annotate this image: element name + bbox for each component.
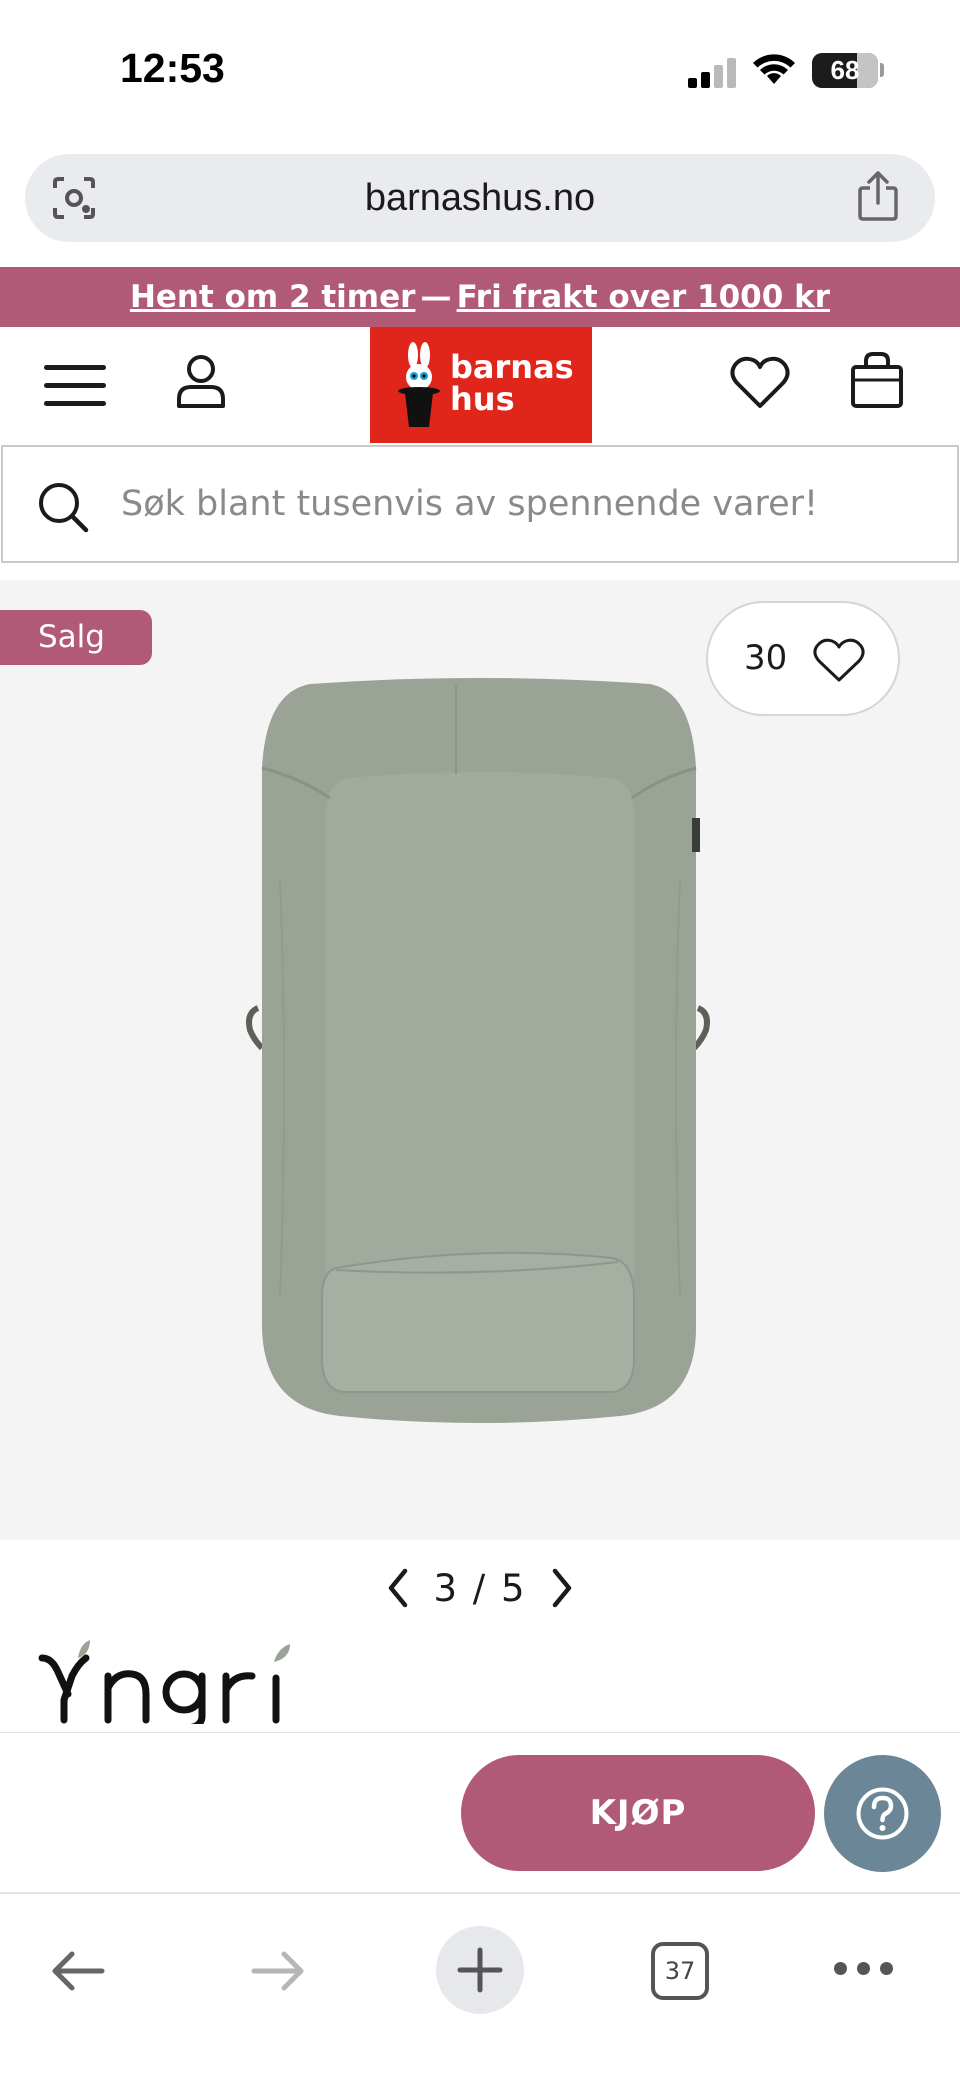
battery-cap: [880, 63, 884, 77]
chevron-left-icon[interactable]: [379, 1563, 419, 1613]
product-image-baby-nest[interactable]: [240, 678, 720, 1438]
tab-switcher-button[interactable]: 37: [651, 1942, 709, 2000]
pager-separator: /: [472, 1566, 488, 1610]
free-shipping-link[interactable]: Fri frakt over 1000 kr: [457, 279, 830, 315]
logo-text: barnas hus: [450, 351, 574, 415]
favorite-count: 30: [744, 638, 788, 678]
promo-separator: —: [420, 279, 452, 315]
favorite-button[interactable]: 30: [706, 601, 900, 716]
barnashus-logo[interactable]: barnas hus: [370, 327, 592, 443]
new-tab-button[interactable]: [436, 1926, 524, 2014]
buy-button[interactable]: KJØP: [461, 1755, 815, 1871]
logo-line-1: barnas: [450, 348, 574, 386]
pickup-link[interactable]: Hent om 2 timer: [130, 279, 415, 315]
wifi-icon: [753, 54, 795, 84]
share-icon[interactable]: [857, 170, 899, 222]
sale-badge: Salg: [0, 610, 152, 665]
gallery-pager: 3 / 5: [0, 1555, 960, 1621]
logo-line-2: hus: [450, 380, 515, 418]
address-bar[interactable]: barnashus.no: [25, 154, 935, 242]
battery-icon: 68: [812, 53, 878, 88]
favorite-heart-icon: [813, 638, 865, 682]
help-button[interactable]: [824, 1755, 941, 1872]
shopping-bag-icon[interactable]: [850, 351, 904, 409]
account-icon[interactable]: [174, 353, 228, 409]
hamburger-menu-icon[interactable]: [44, 361, 108, 411]
site-header: barnas hus: [0, 327, 960, 443]
pager-total: 5: [501, 1566, 527, 1610]
help-question-icon: [856, 1787, 909, 1840]
forward-arrow-icon[interactable]: [248, 1946, 308, 1996]
more-options-icon[interactable]: [834, 1962, 894, 1978]
plus-icon: [457, 1947, 503, 1993]
search-bar: [1, 445, 959, 563]
chevron-right-icon[interactable]: [541, 1563, 581, 1613]
battery-level: 68: [830, 55, 860, 85]
status-time: 12:53: [120, 45, 225, 91]
wishlist-heart-icon[interactable]: [730, 354, 790, 410]
pager-counter: 3 / 5: [433, 1567, 526, 1610]
promo-banner: Hent om 2 timer — Fri frakt over 1000 kr: [0, 267, 960, 327]
yngri-brand-logo[interactable]: [38, 1636, 304, 1724]
sticky-buy-bar: KJØP: [0, 1732, 960, 1892]
search-icon[interactable]: [37, 481, 89, 533]
browser-toolbar: 37: [0, 1892, 960, 2081]
rabbit-hat-logo-icon: [398, 342, 440, 427]
back-arrow-icon[interactable]: [48, 1946, 108, 1996]
cellular-signal-icon: [688, 58, 738, 88]
url-text[interactable]: barnashus.no: [25, 154, 935, 242]
search-input[interactable]: [121, 447, 941, 561]
product-gallery[interactable]: Salg 30: [0, 580, 960, 1540]
pager-current: 3: [433, 1566, 459, 1610]
status-bar: 12:53 68: [0, 0, 960, 140]
